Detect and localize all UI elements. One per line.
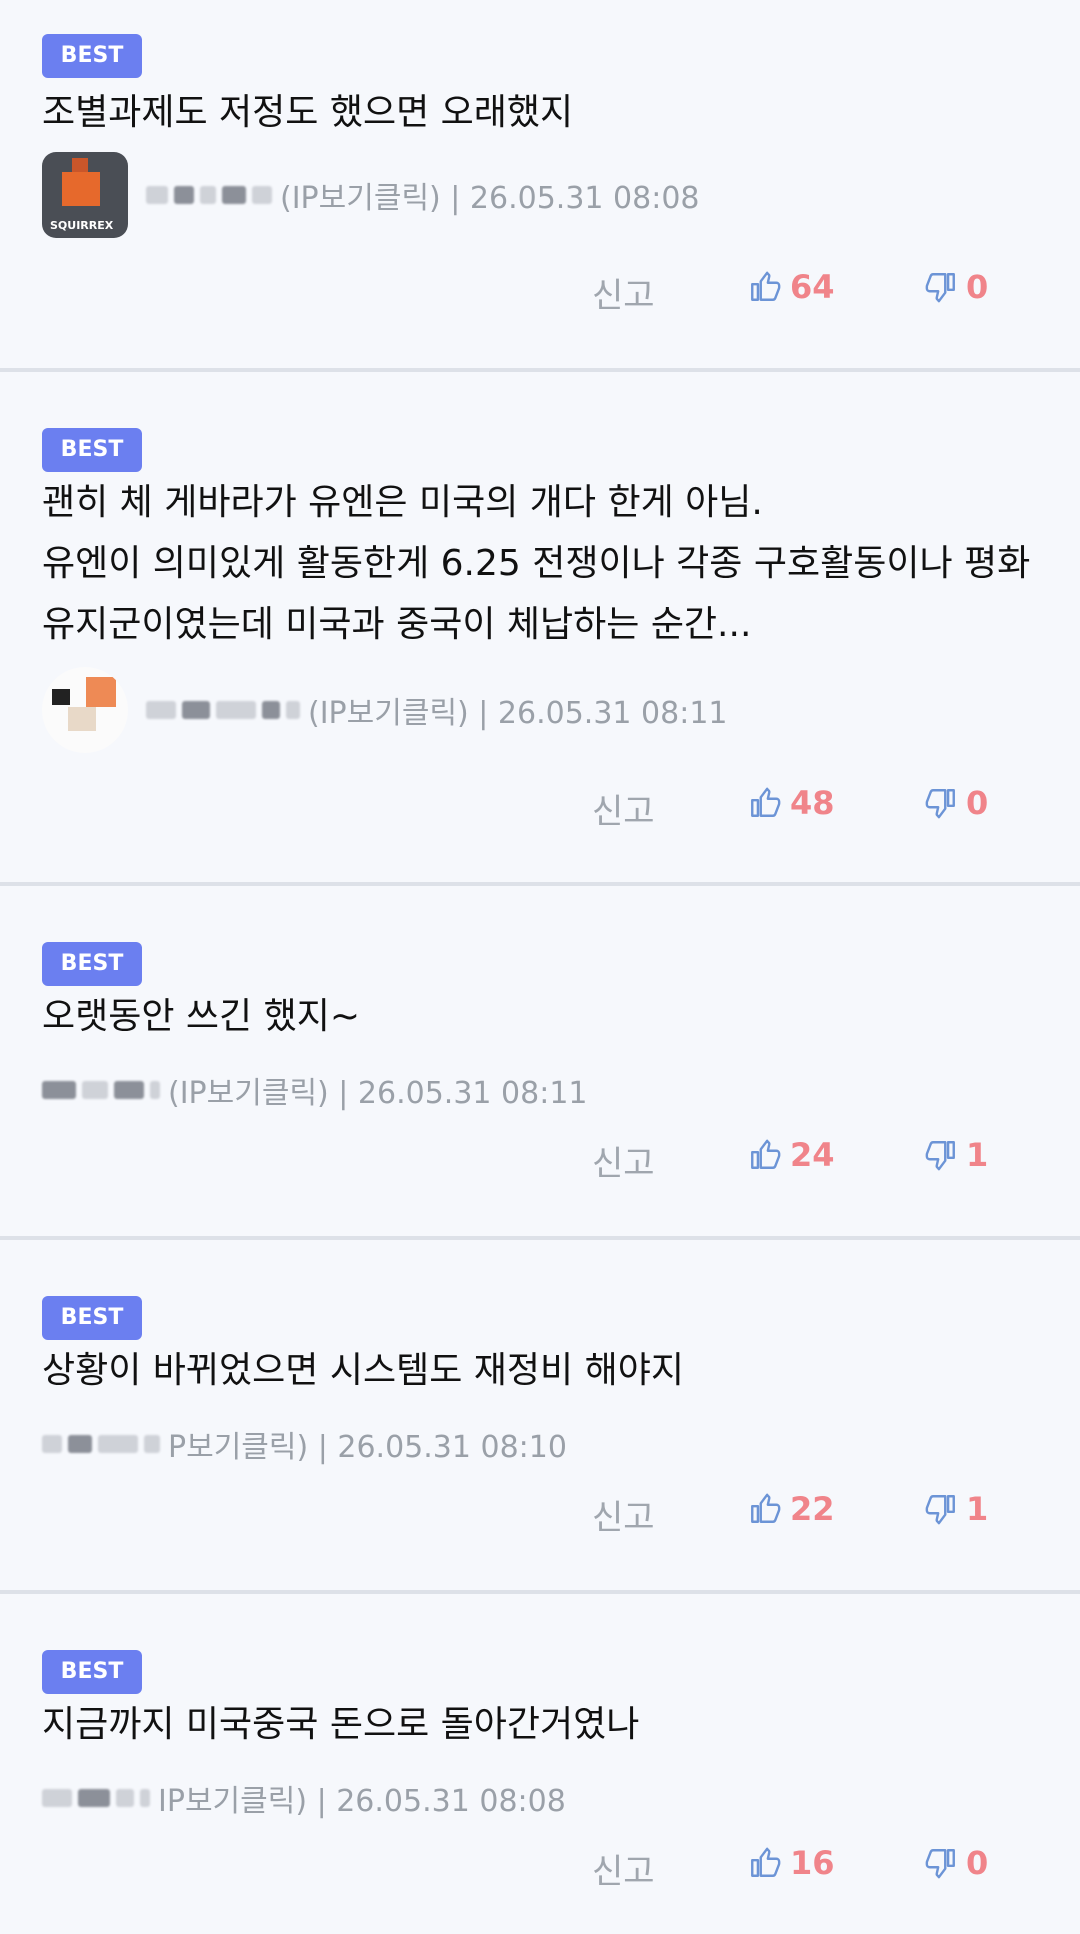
report-button[interactable]: 신고 xyxy=(592,784,655,833)
best-badge: BEST xyxy=(42,428,142,472)
thumbs-up-icon xyxy=(748,786,782,820)
comment-actions: 신고 24 1 xyxy=(0,1136,1080,1196)
comment-meta: (IP보기클릭) | 26.05.31 08:11 xyxy=(42,1050,588,1130)
dislike-count: 1 xyxy=(966,1136,989,1174)
thumbs-down-icon xyxy=(924,1492,958,1526)
comment-actions: 신고 48 0 xyxy=(0,784,1080,844)
dislike-count: 1 xyxy=(966,1490,989,1528)
dislike-button[interactable]: 0 xyxy=(924,784,988,822)
blurred-username[interactable] xyxy=(146,701,300,719)
comment-item: BEST 지금까지 미국중국 돈으로 돌아간거였나 IP보기클릭) | 26.0… xyxy=(0,1594,1080,1934)
comment-meta: P보기클릭) | 26.05.31 08:10 xyxy=(42,1404,567,1484)
thumbs-up-icon xyxy=(748,1492,782,1526)
dislike-button[interactable]: 0 xyxy=(924,268,988,306)
comment-text: 지금까지 미국중국 돈으로 돌아간거였나 xyxy=(42,1704,640,1745)
comment-item: BEST 상황이 바뀌었으면 시스템도 재정비 해야지 P보기클릭) | 26.… xyxy=(0,1240,1080,1594)
thumbs-down-icon xyxy=(924,270,958,304)
comment-actions: 신고 16 0 xyxy=(0,1844,1080,1904)
comment-meta: IP보기클릭) | 26.05.31 08:08 xyxy=(42,1758,566,1838)
best-badge: BEST xyxy=(42,942,142,986)
report-button[interactable]: 신고 xyxy=(592,1844,655,1893)
comment-item: BEST 괜히 체 게바라가 유엔은 미국의 개다 한게 아님. 유엔이 의미있… xyxy=(0,372,1080,886)
like-button[interactable]: 24 xyxy=(748,1136,835,1174)
like-count: 48 xyxy=(790,784,835,822)
comment-text: 조별과제도 저정도 했으면 오래했지 xyxy=(42,92,574,133)
blurred-username[interactable] xyxy=(146,186,272,204)
blurred-username[interactable] xyxy=(42,1435,160,1453)
best-badge: BEST xyxy=(42,1296,142,1340)
report-button[interactable]: 신고 xyxy=(592,1490,655,1539)
thumbs-down-icon xyxy=(924,1846,958,1880)
avatar[interactable]: SQUIRREX xyxy=(42,152,128,238)
dislike-button[interactable]: 1 xyxy=(924,1136,988,1174)
like-count: 24 xyxy=(790,1136,835,1174)
comment-text: 상황이 바뀌었으면 시스템도 재정비 해야지 xyxy=(42,1350,684,1391)
thumbs-down-icon xyxy=(924,786,958,820)
blurred-username[interactable] xyxy=(42,1081,160,1099)
dislike-count: 0 xyxy=(966,268,989,306)
comment-meta: (IP보기클릭) | 26.05.31 08:11 xyxy=(42,667,728,753)
ip-timestamp[interactable]: (IP보기클릭) | 26.05.31 08:11 xyxy=(308,688,728,732)
comment-actions: 신고 22 1 xyxy=(0,1490,1080,1550)
avatar[interactable] xyxy=(42,667,128,753)
report-button[interactable]: 신고 xyxy=(592,268,655,317)
best-badge: BEST xyxy=(42,34,142,78)
report-button[interactable]: 신고 xyxy=(592,1136,655,1185)
dislike-count: 0 xyxy=(966,1844,989,1882)
best-badge: BEST xyxy=(42,1650,142,1694)
like-count: 16 xyxy=(790,1844,835,1882)
comment-actions: 신고 64 0 xyxy=(0,268,1080,328)
blurred-username[interactable] xyxy=(42,1789,150,1807)
like-button[interactable]: 16 xyxy=(748,1844,835,1882)
thumbs-up-icon xyxy=(748,270,782,304)
like-button[interactable]: 22 xyxy=(748,1490,835,1528)
thumbs-down-icon xyxy=(924,1138,958,1172)
dislike-button[interactable]: 0 xyxy=(924,1844,988,1882)
comment-text: 괜히 체 게바라가 유엔은 미국의 개다 한게 아님. 유엔이 의미있게 활동한… xyxy=(42,482,1031,645)
comment-meta: SQUIRREX (IP보기클릭) | 26.05.31 08:08 xyxy=(42,152,700,238)
thumbs-up-icon xyxy=(748,1846,782,1880)
thumbs-up-icon xyxy=(748,1138,782,1172)
ip-timestamp[interactable]: IP보기클릭) | 26.05.31 08:08 xyxy=(158,1776,566,1820)
comment-text: 오랫동안 쓰긴 했지~ xyxy=(42,996,361,1037)
dislike-count: 0 xyxy=(966,784,989,822)
like-count: 22 xyxy=(790,1490,835,1528)
like-button[interactable]: 64 xyxy=(748,268,835,306)
comment-item: BEST 오랫동안 쓰긴 했지~ (IP보기클릭) | 26.05.31 08:… xyxy=(0,886,1080,1240)
ip-timestamp[interactable]: P보기클릭) | 26.05.31 08:10 xyxy=(168,1422,567,1466)
dislike-button[interactable]: 1 xyxy=(924,1490,988,1528)
comment-item: BEST 조별과제도 저정도 했으면 오래했지 SQUIRREX (IP보기클릭… xyxy=(0,0,1080,372)
like-count: 64 xyxy=(790,268,835,306)
ip-timestamp[interactable]: (IP보기클릭) | 26.05.31 08:08 xyxy=(280,173,700,217)
like-button[interactable]: 48 xyxy=(748,784,835,822)
ip-timestamp[interactable]: (IP보기클릭) | 26.05.31 08:11 xyxy=(168,1068,588,1112)
